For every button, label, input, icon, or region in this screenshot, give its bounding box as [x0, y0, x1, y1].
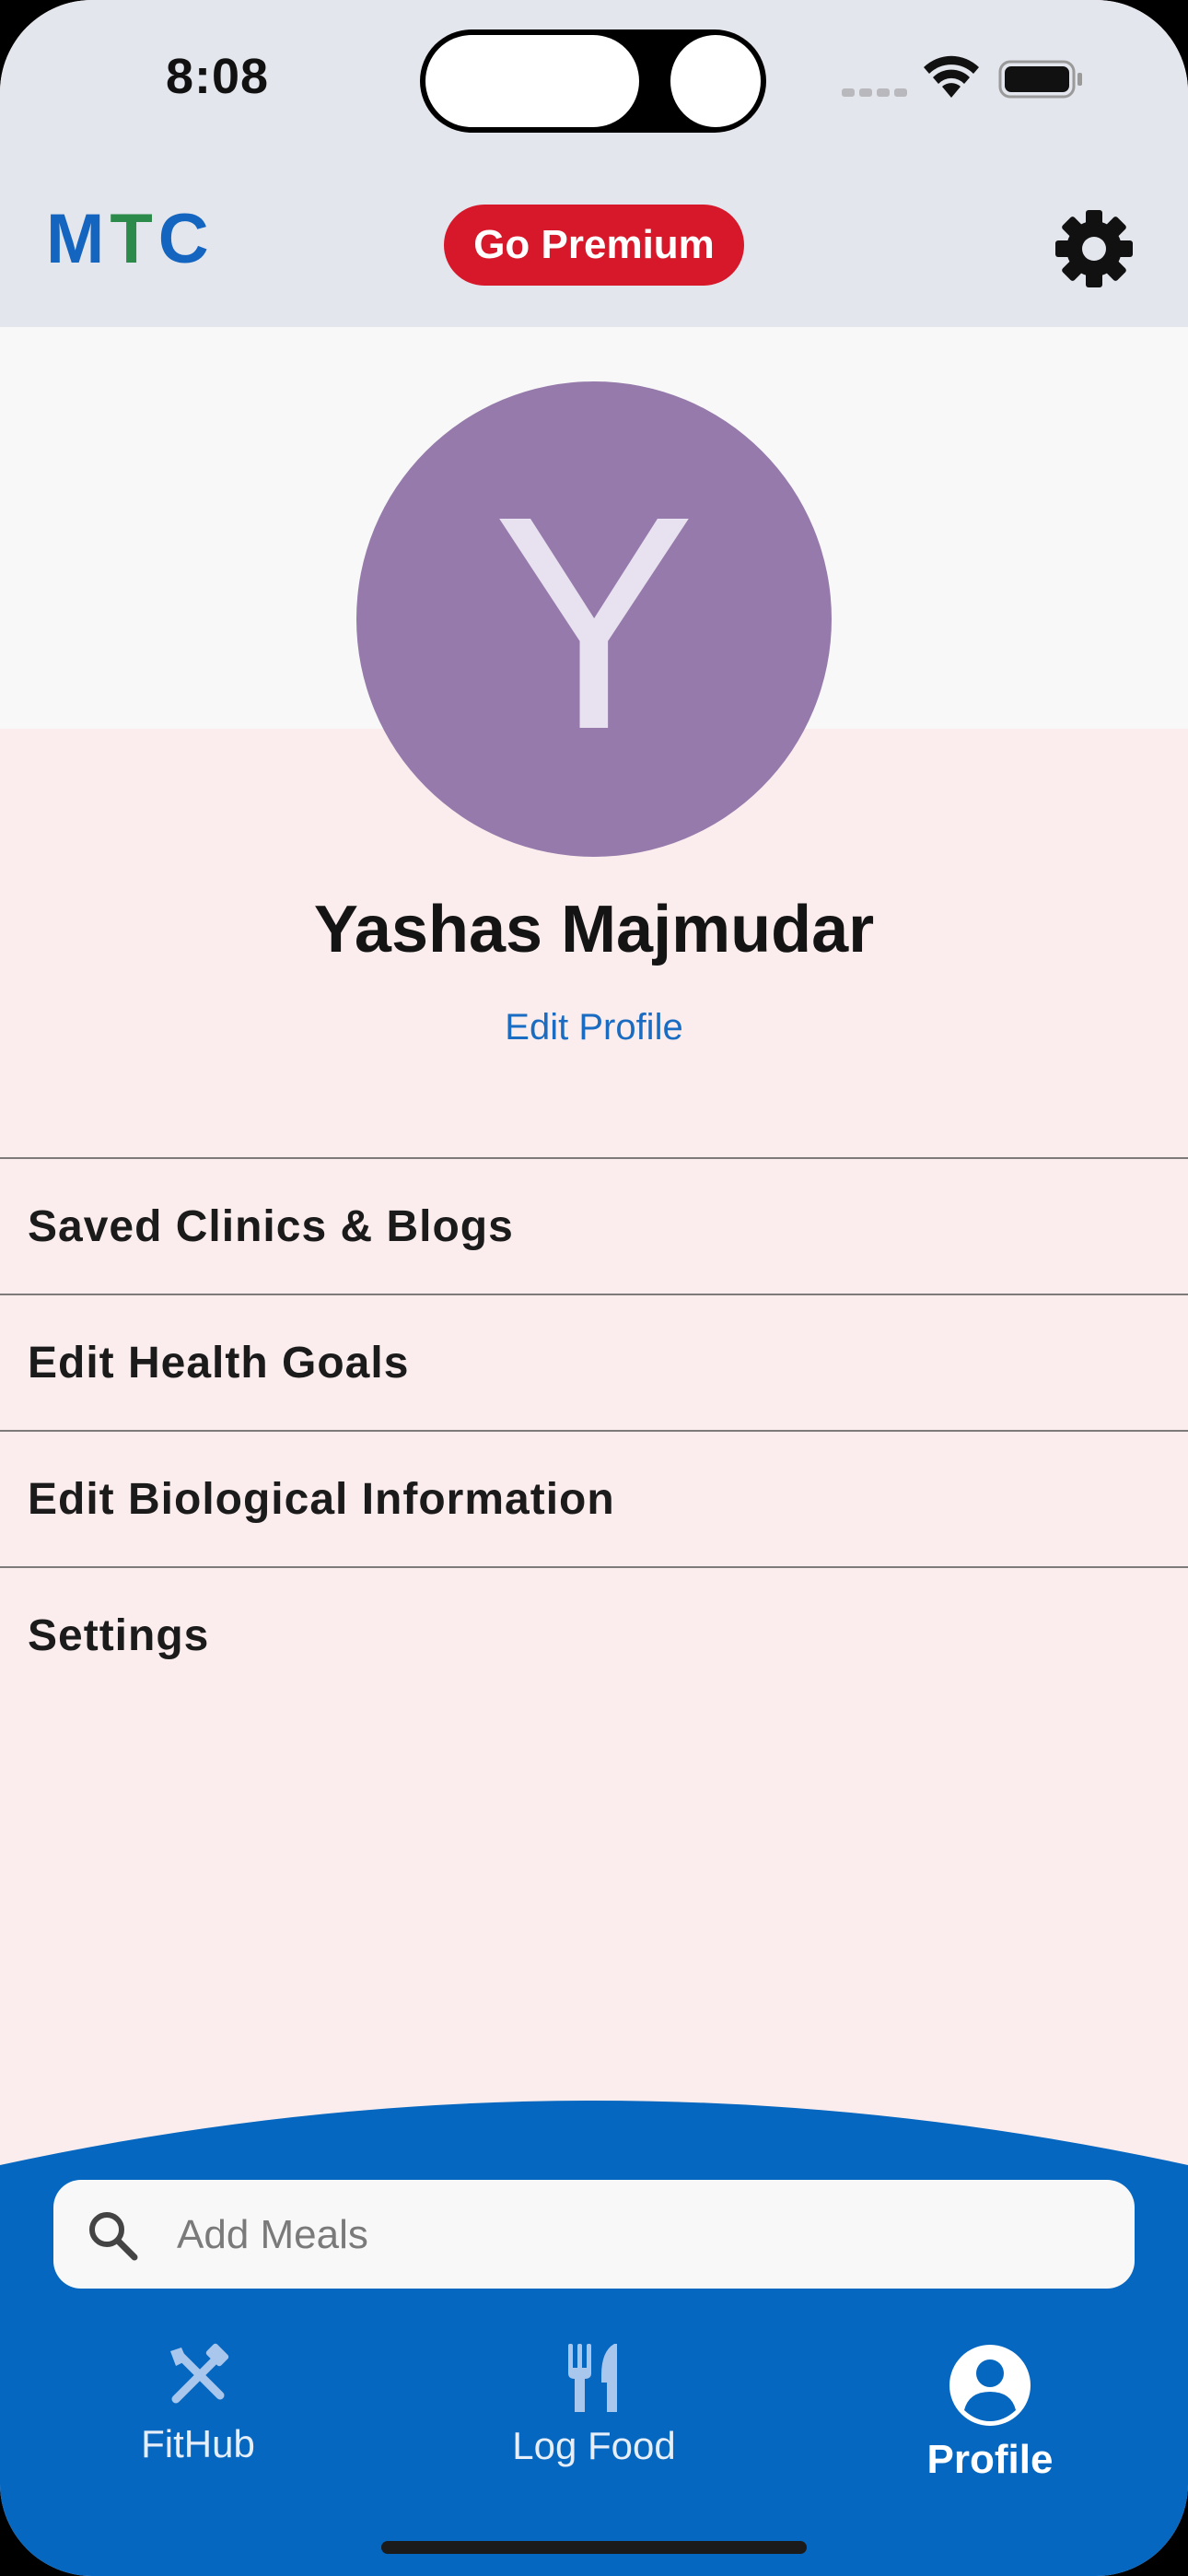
bottom-bar-background	[0, 2101, 1188, 2576]
phone-screen: 8:08 MTC Go Premium Y Yashas Majmudar Ed…	[0, 0, 1188, 2576]
tab-profile[interactable]: Profile	[852, 2344, 1128, 2483]
menu-item-saved-clinics-blogs[interactable]: Saved Clinics & Blogs	[0, 1157, 1188, 1294]
tab-fithub-label: FitHub	[141, 2422, 255, 2465]
logo-letter-m: M	[46, 200, 111, 278]
top-bar: 8:08 MTC Go Premium	[0, 0, 1188, 327]
bottom-bar	[0, 2101, 1188, 2576]
go-premium-button[interactable]: Go Premium	[444, 205, 744, 286]
status-time: 8:08	[166, 49, 270, 104]
add-meals-input[interactable]	[175, 2202, 1100, 2268]
tab-profile-label: Profile	[926, 2437, 1054, 2482]
profile-menu: Saved Clinics & Blogs Edit Health Goals …	[0, 1157, 1188, 1703]
profile-name: Yashas Majmudar	[313, 893, 875, 966]
home-indicator[interactable]	[381, 2541, 807, 2554]
app-logo: MTC	[46, 205, 215, 275]
logo-letter-t: T	[110, 200, 158, 278]
tab-log-food[interactable]: Log Food	[456, 2342, 732, 2468]
island-dot	[670, 35, 761, 127]
edit-profile-row: Edit Profile	[0, 1007, 1188, 1048]
user-icon	[949, 2345, 1031, 2426]
tab-log-food-label: Log Food	[512, 2424, 676, 2467]
add-meals-search-bar[interactable]	[53, 2180, 1135, 2289]
edit-profile-link[interactable]: Edit Profile	[505, 1007, 682, 1048]
tab-fithub[interactable]: FitHub	[60, 2342, 336, 2466]
island-pill	[425, 35, 639, 127]
dynamic-island	[420, 29, 766, 133]
avatar[interactable]: Y	[356, 381, 832, 857]
menu-item-edit-health-goals[interactable]: Edit Health Goals	[0, 1294, 1188, 1430]
wifi-icon	[924, 55, 979, 98]
battery-icon	[998, 60, 1082, 99]
utensils-icon	[568, 2344, 617, 2412]
cellular-signal-icon	[842, 85, 912, 101]
avatar-initial: Y	[492, 452, 696, 792]
logo-letter-c: C	[157, 200, 215, 278]
menu-item-edit-biological-information[interactable]: Edit Biological Information	[0, 1430, 1188, 1566]
gear-icon[interactable]	[1050, 205, 1138, 293]
menu-item-settings[interactable]: Settings	[0, 1566, 1188, 1703]
search-icon	[89, 2212, 138, 2261]
tools-icon	[170, 2343, 229, 2404]
